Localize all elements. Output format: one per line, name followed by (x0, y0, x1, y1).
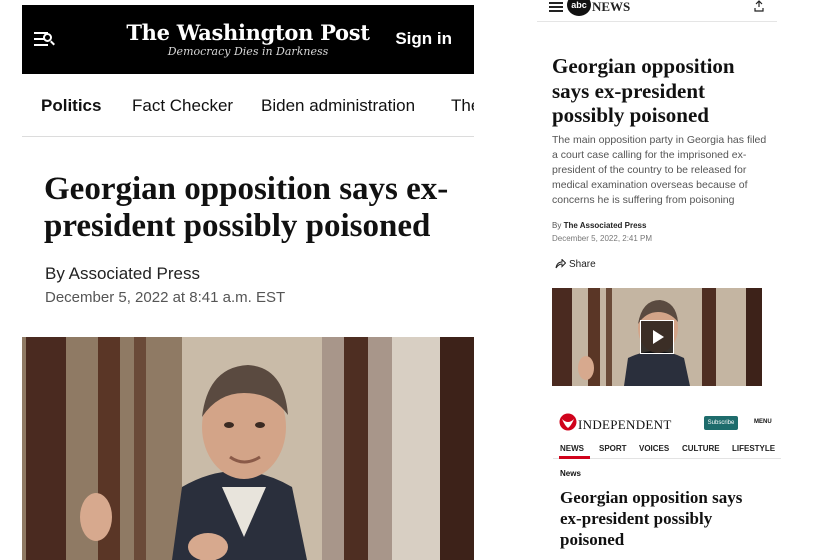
abc-by-prefix: By (552, 221, 562, 230)
independent-headline: Georgian opposition says ex-president po… (560, 488, 743, 549)
nav-item-culture[interactable]: CULTURE (682, 444, 720, 453)
sign-in-button[interactable]: Sign in (395, 29, 452, 49)
abc-share-button[interactable]: Share (555, 258, 596, 270)
wapo-date: December 5, 2022 at 8:41 a.m. EST (45, 289, 286, 306)
abc-date: December 5, 2022, 2:41 PM (552, 234, 653, 243)
nav-item-the[interactable]: The (451, 96, 474, 116)
section-label[interactable]: News (560, 469, 581, 478)
abc-video-thumbnail[interactable] (552, 288, 762, 386)
active-nav-indicator (559, 456, 590, 459)
menu-button[interactable]: MENU (754, 419, 772, 425)
abc-byline: By The Associated Press (552, 221, 646, 230)
abc-summary: The main opposition party in Georgia has… (552, 134, 767, 206)
nav-item-biden-administration[interactable]: Biden administration (261, 96, 415, 116)
nav-item-politics[interactable]: Politics (41, 96, 101, 116)
abc-topbar: abc NEWS (537, 0, 777, 22)
wapo-headline: Georgian opposition says ex-president po… (44, 171, 449, 244)
independent-logo[interactable]: INDEPENDENT (578, 417, 672, 433)
independent-panel: INDEPENDENT Subscribe MENU NEWS SPORT VO… (553, 405, 781, 560)
abc-news-panel: abc NEWS Georgian opposition says ex-pre… (537, 0, 777, 400)
wapo-article-photo (22, 337, 474, 560)
washington-post-panel: The Washington Post Democracy Dies in Da… (22, 5, 474, 560)
nav-item-lifestyle[interactable]: LIFESTYLE (732, 444, 775, 453)
play-icon[interactable] (640, 320, 674, 354)
wapo-section-nav: Politics Fact Checker Biden administrati… (22, 75, 474, 137)
nav-item-voices[interactable]: VOICES (639, 444, 669, 453)
hamburger-icon[interactable] (549, 2, 563, 12)
share-arrow-icon (555, 258, 567, 269)
abc-logo-mark[interactable]: abc (567, 0, 591, 16)
nav-item-sport[interactable]: SPORT (599, 444, 627, 453)
subscribe-button[interactable]: Subscribe (704, 416, 738, 430)
eagle-logo-icon[interactable] (559, 413, 577, 431)
wapo-byline[interactable]: By Associated Press (45, 264, 200, 284)
abc-author-link[interactable]: The Associated Press (564, 221, 647, 230)
nav-item-fact-checker[interactable]: Fact Checker (132, 96, 233, 116)
wapo-header: The Washington Post Democracy Dies in Da… (22, 5, 474, 74)
abc-logo-text[interactable]: NEWS (592, 0, 630, 14)
nav-item-news[interactable]: NEWS (560, 444, 584, 453)
abc-share-label: Share (569, 259, 596, 270)
share-icon[interactable] (753, 0, 765, 12)
abc-headline: Georgian opposition says ex-president po… (552, 54, 735, 127)
